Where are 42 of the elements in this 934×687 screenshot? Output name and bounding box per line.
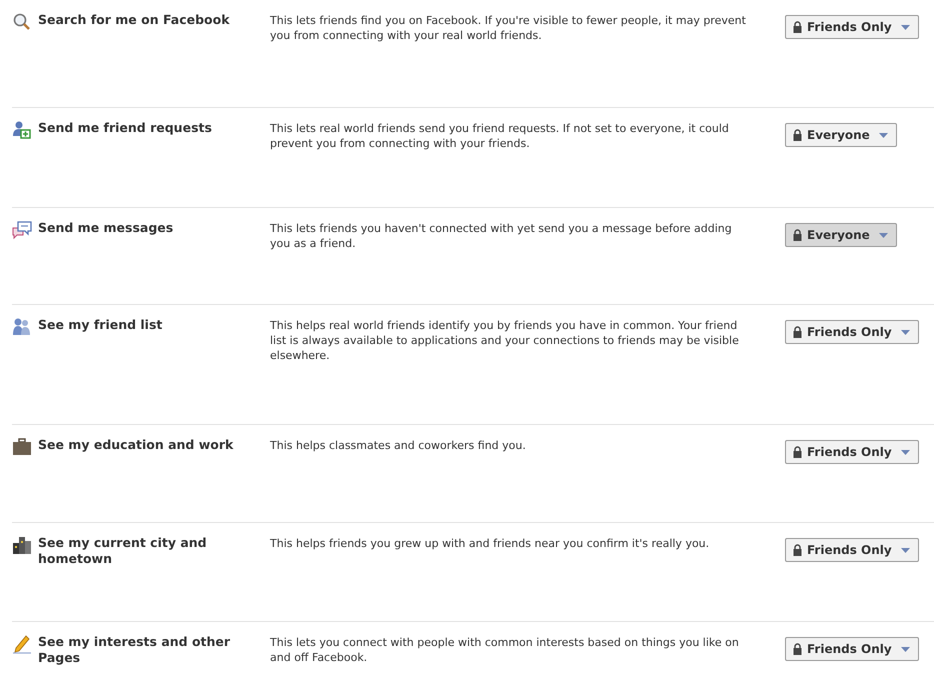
privacy-dropdown[interactable]: Friends Only	[785, 538, 919, 562]
briefcase-icon	[12, 437, 32, 457]
caret-icon	[900, 450, 910, 454]
setting-description: This lets friends find you on Facebook. If you're visible to fewer people, it may prevent you from connecting with your real world friends.	[270, 13, 747, 43]
lock-icon	[793, 129, 802, 141]
setting-description: This lets friends you haven't connected with yet send you a message before adding you as a friend.	[270, 221, 733, 251]
lock-icon	[793, 229, 802, 241]
lock-icon	[793, 446, 802, 458]
privacy-dropdown[interactable]: Friends Only	[785, 440, 919, 464]
privacy-dropdown[interactable]: Everyone	[785, 123, 897, 147]
lock-icon	[793, 544, 802, 556]
setting-description: This helps friends you grew up with and friends near you confirm it's really you.	[270, 536, 710, 551]
caret-icon	[900, 646, 910, 652]
caret-icon	[900, 330, 910, 334]
caret-icon	[878, 232, 888, 238]
people-icon	[12, 317, 32, 337]
buildings-icon	[12, 535, 32, 555]
caret-icon	[900, 24, 910, 30]
setting-title: See my interests and other Pages	[38, 634, 232, 666]
setting-title: Search for me on Facebook	[38, 12, 230, 28]
privacy-dropdown[interactable]: Friends Only	[785, 320, 919, 344]
setting-title: Send me friend requests	[38, 120, 212, 136]
pencil-icon	[12, 634, 32, 654]
setting-title: Send me messages	[38, 220, 174, 236]
privacy-dropdown[interactable]: Friends Only	[785, 637, 919, 661]
setting-title: See my education and work	[38, 437, 234, 453]
setting-title: See my current city and hometown	[38, 535, 208, 567]
setting-description: This lets you connect with people with common interests based on things you like on and off Facebook.	[270, 635, 740, 665]
setting-description: This helps classmates and coworkers find you.	[270, 438, 527, 453]
caret-icon	[878, 132, 888, 138]
add-person-icon	[12, 120, 32, 140]
privacy-dropdown[interactable]: Friends Only	[785, 15, 919, 39]
setting-title: See my friend list	[38, 317, 162, 333]
caret-icon	[900, 548, 910, 552]
lock-icon	[793, 21, 802, 33]
lock-icon	[793, 643, 802, 655]
setting-description: This lets real world friends send you friend requests. If not set to everyone, it could prevent you from connecting with your friends.	[270, 121, 730, 151]
chat-bubbles-icon	[12, 220, 32, 240]
search-icon	[12, 12, 32, 32]
privacy-dropdown[interactable]: Everyone	[785, 223, 897, 247]
setting-description: This helps real world friends identify you by friends you have in common. Your friend list is always available to applications and your connections to friends may be visible elsewhere.	[270, 318, 740, 363]
lock-icon	[793, 326, 802, 338]
